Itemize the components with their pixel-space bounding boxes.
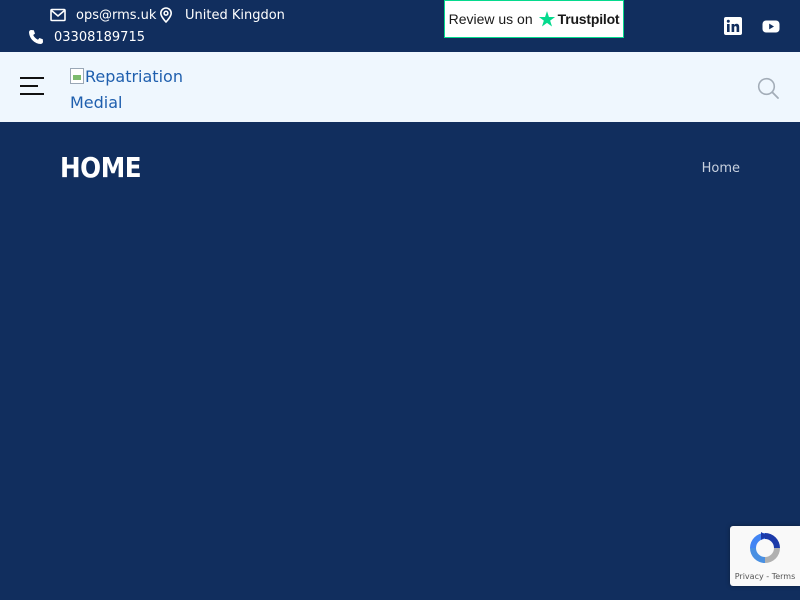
- site-logo[interactable]: Repatriation Medial: [70, 64, 200, 114]
- email-link[interactable]: ops@rms.uk: [50, 6, 156, 24]
- logo-alt-text: Repatriation Medial: [70, 67, 183, 112]
- broken-image-icon: [70, 68, 84, 84]
- recaptcha-separator: -: [763, 572, 772, 581]
- phone-icon: [29, 30, 43, 44]
- recaptcha-terms-link[interactable]: Terms: [772, 572, 796, 581]
- linkedin-icon: [724, 17, 742, 35]
- location-info: United Kingdon: [159, 6, 285, 24]
- breadcrumb-home[interactable]: Home: [702, 161, 740, 176]
- trustpilot-brand: Trustpilot: [557, 11, 620, 27]
- phone-link[interactable]: 03308189715: [28, 28, 145, 46]
- top-bar: ops@rms.uk United Kingdon 03308189715 Re…: [0, 0, 800, 52]
- trustpilot-review-button[interactable]: Review us on Trustpilot: [444, 0, 624, 38]
- phone-text: 03308189715: [54, 29, 145, 45]
- recaptcha-badge[interactable]: Privacy - Terms: [730, 526, 800, 586]
- recaptcha-icon: [750, 532, 780, 563]
- email-text: ops@rms.uk: [76, 7, 157, 23]
- search-icon[interactable]: [757, 77, 779, 99]
- mail-icon: [50, 8, 66, 22]
- location-text: United Kingdon: [185, 7, 285, 23]
- page-title: HOME: [60, 151, 142, 184]
- recaptcha-privacy-link[interactable]: Privacy: [735, 572, 764, 581]
- map-pin-icon: [159, 7, 173, 23]
- trustpilot-star-icon: [538, 11, 555, 27]
- youtube-icon: [762, 20, 780, 33]
- hamburger-menu-icon[interactable]: [20, 75, 44, 99]
- trustpilot-prefix: Review us on: [448, 11, 533, 27]
- recaptcha-links: Privacy - Terms: [730, 572, 800, 581]
